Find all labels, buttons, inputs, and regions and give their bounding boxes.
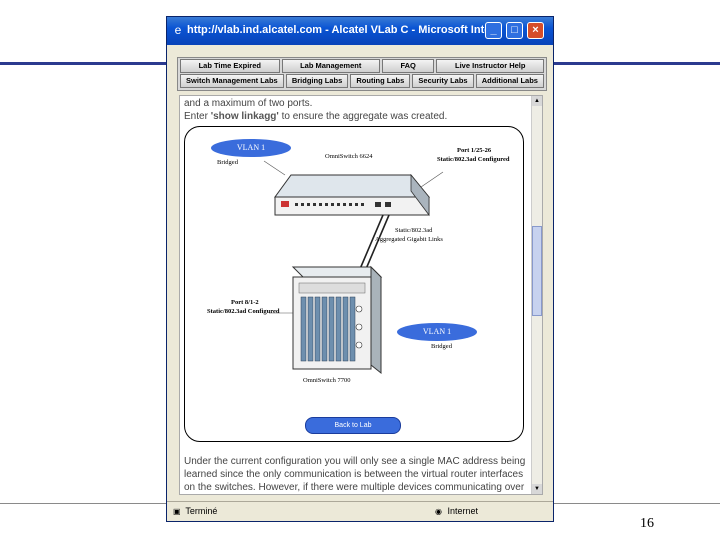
maximize-button[interactable]: □	[506, 22, 523, 39]
vlan-top-badge: VLAN 1	[211, 139, 291, 157]
port-top-label-2: Static/802.3ad Configured	[437, 156, 510, 163]
command-text: 'show linkagg'	[210, 111, 279, 122]
close-button[interactable]: ×	[527, 22, 544, 39]
nav-lab-time-expired[interactable]: Lab Time Expired	[180, 59, 280, 73]
nav-switch-management-labs[interactable]: Switch Management Labs	[180, 74, 284, 88]
status-done: ▣ Terminé	[173, 506, 217, 517]
nav-routing-labs[interactable]: Routing Labs	[350, 74, 411, 88]
bridged-bottom-label: Bridged	[431, 343, 452, 350]
ie-icon: e	[174, 23, 182, 37]
page-done-icon: ▣	[173, 506, 181, 516]
status-zone-text: Internet	[447, 506, 479, 516]
nav-additional-labs[interactable]: Additional Labs	[475, 74, 545, 88]
content-line: Enter 'show linkagg' to ensure the aggre…	[184, 111, 447, 123]
omniswitch-6624-icon	[274, 173, 431, 217]
nav-row-bottom: Switch Management Labs Bridging Labs Rou…	[180, 74, 545, 88]
nav-row-top: Lab Time Expired Lab Management FAQ Live…	[180, 59, 545, 73]
page-content: and a maximum of two ports. Enter 'show …	[179, 95, 543, 495]
nav-bridging-labs[interactable]: Bridging Labs	[285, 74, 349, 88]
nav-live-instructor-help[interactable]: Live Instructor Help	[436, 59, 545, 73]
port-top-label-1: Port 1/25-26	[457, 147, 492, 154]
port-bottom-label-2: Static/802.3ad Configured	[207, 308, 280, 315]
content-line: on the switches. However, if there were …	[184, 482, 525, 493]
lab-nav-bar: Lab Time Expired Lab Management FAQ Live…	[177, 57, 547, 91]
link-label-1: Static/802.3ad	[395, 227, 433, 234]
content-line: learned since the only communication is …	[184, 469, 524, 480]
globe-icon: ◉	[435, 506, 442, 516]
scroll-down-icon[interactable]: ▼	[532, 484, 542, 494]
back-to-lab-button[interactable]: Back to Lab	[305, 417, 401, 434]
status-done-text: Terminé	[185, 506, 218, 516]
bridged-top-label: Bridged	[217, 159, 238, 166]
scroll-up-icon[interactable]: ▲	[532, 96, 542, 106]
content-line: and a maximum of two ports.	[184, 98, 313, 109]
status-zone: ◉ Internet	[435, 506, 478, 517]
slide-rule-left	[0, 62, 166, 65]
scroll-thumb[interactable]	[532, 226, 542, 316]
content-text: Enter	[184, 111, 211, 122]
content-text: to ensure the aggregate was created.	[278, 111, 448, 122]
browser-window: e http://vlab.ind.alcatel.com - Alcatel …	[166, 16, 554, 522]
slide-rule-right	[553, 62, 720, 65]
omniswitch-7700-icon	[291, 265, 383, 375]
content-line: Under the current configuration you will…	[184, 456, 526, 467]
status-bar: ▣ Terminé ◉ Internet	[167, 501, 553, 521]
page-number: 16	[640, 516, 654, 531]
nav-lab-management[interactable]: Lab Management	[281, 59, 380, 73]
topology-popup: VLAN 1 Bridged OmniSwitch 6624 Port 1/25…	[184, 126, 524, 442]
title-bar[interactable]: e http://vlab.ind.alcatel.com - Alcatel …	[167, 17, 553, 45]
vertical-scrollbar[interactable]: ▲ ▼	[531, 96, 542, 494]
topology-diagram	[263, 160, 444, 375]
minimize-button[interactable]: _	[485, 22, 502, 39]
vlan-bottom-badge: VLAN 1	[397, 323, 477, 341]
window-title: http://vlab.ind.alcatel.com - Alcatel VL…	[187, 24, 487, 36]
port-bottom-label-1: Port 8/1-2	[231, 299, 259, 306]
nav-security-labs[interactable]: Security Labs	[412, 74, 474, 88]
switch-7700-label: OmniSwitch 7700	[303, 377, 351, 384]
switch-6624-label: OmniSwitch 6624	[325, 153, 373, 160]
link-label-2: Aggregated Gigabit Links	[375, 236, 443, 243]
nav-faq[interactable]: FAQ	[381, 59, 435, 73]
